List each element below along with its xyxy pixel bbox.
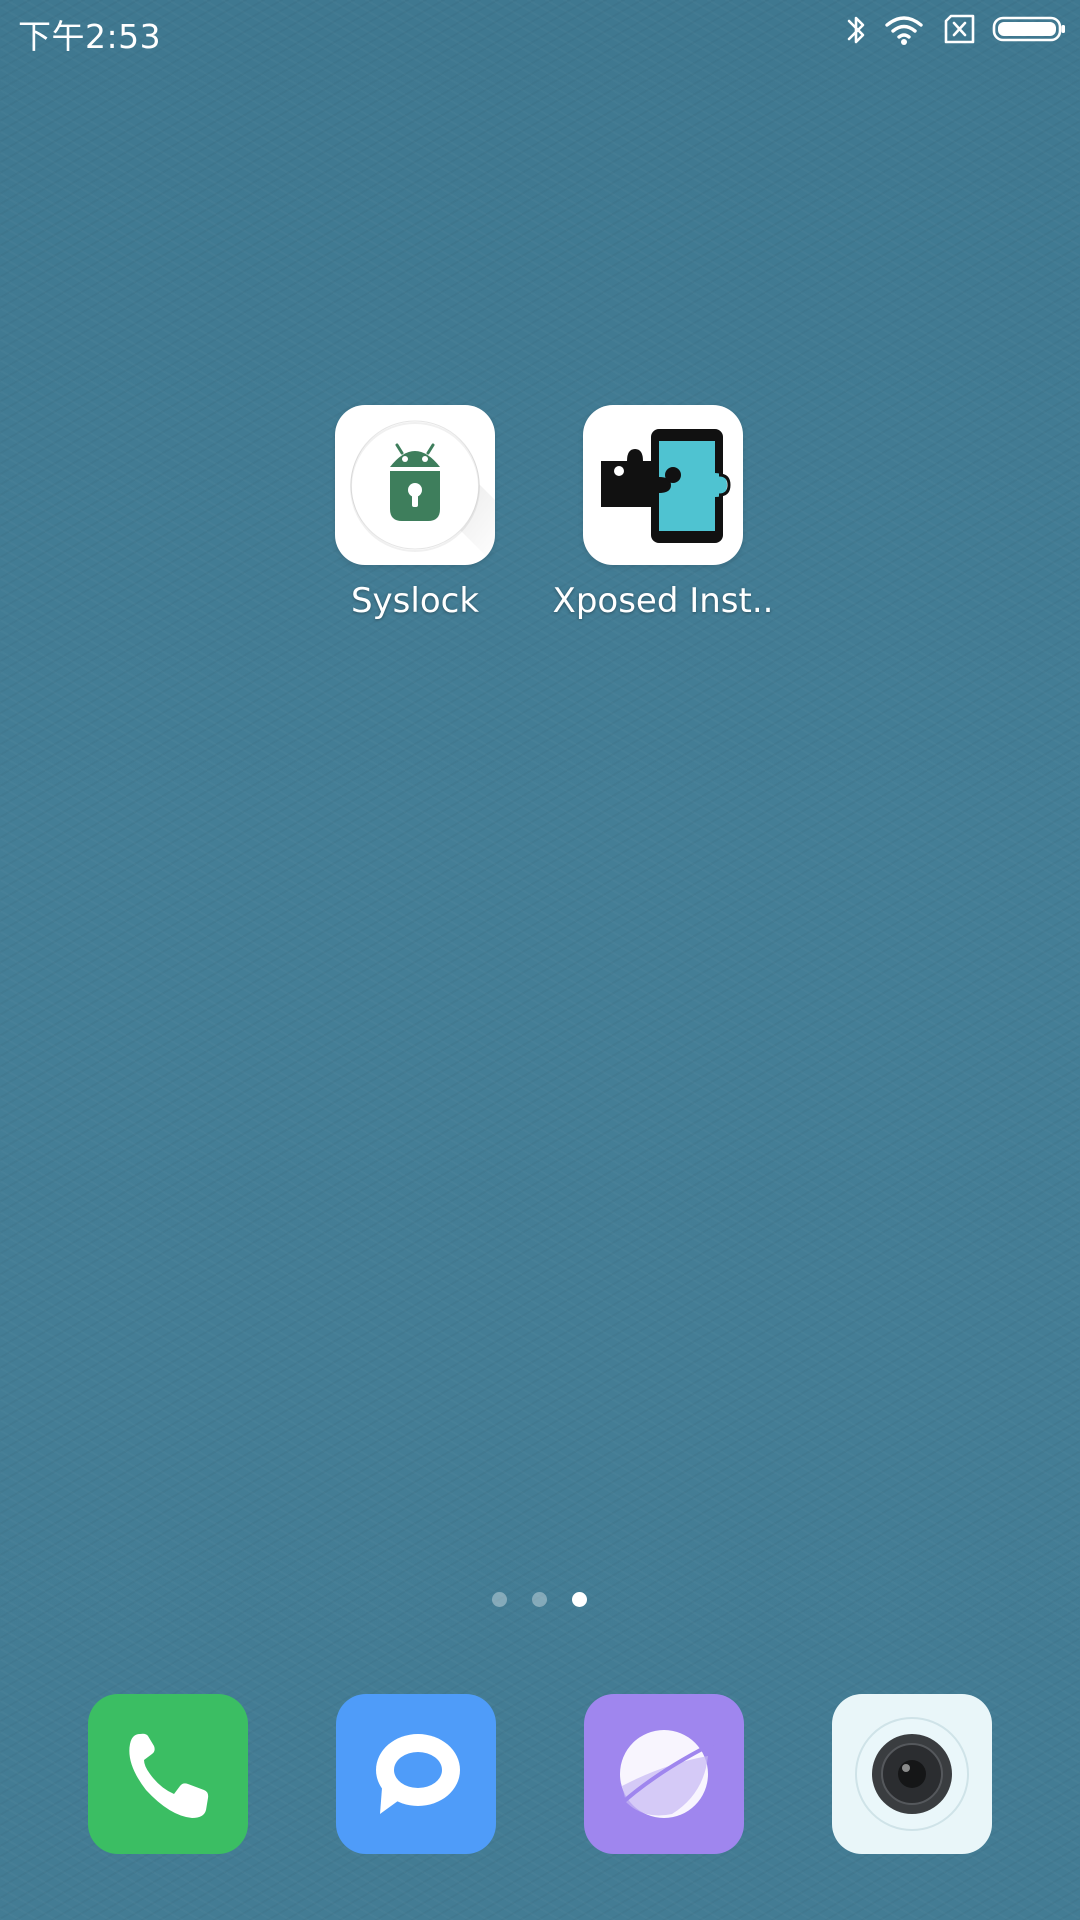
home-wallpaper [0,0,1080,1920]
wifi-icon [884,12,924,48]
bluetooth-icon [844,12,868,48]
camera-lens-icon [855,1717,969,1831]
app-label: Xposed Inst.. [552,581,774,621]
app-xposed-installer[interactable]: Xposed Inst.. [523,405,773,635]
page-indicator [0,1592,1080,1608]
app-syslock[interactable]: Syslock [275,405,525,635]
battery-icon [992,12,1066,48]
planet-icon [610,1730,722,1818]
app-label: Syslock [350,581,480,621]
message-bubble-icon [376,1734,460,1814]
phone-icon [129,1733,209,1818]
status-icons [844,12,1066,48]
no-sim-icon [943,12,977,48]
page-dot[interactable] [532,1592,547,1607]
page-dot-current[interactable] [572,1592,587,1607]
dock-messages-app[interactable] [336,1694,496,1854]
page-dot[interactable] [492,1592,507,1607]
dock-phone-app[interactable] [88,1694,248,1854]
status-bar: 下午2:53 [0,0,1080,64]
dock-browser-app[interactable] [584,1694,744,1854]
dock-camera-app[interactable] [832,1694,992,1854]
xposed-icon[interactable] [583,405,743,565]
status-time: 下午2:53 [18,17,162,56]
syslock-icon[interactable] [335,405,495,565]
